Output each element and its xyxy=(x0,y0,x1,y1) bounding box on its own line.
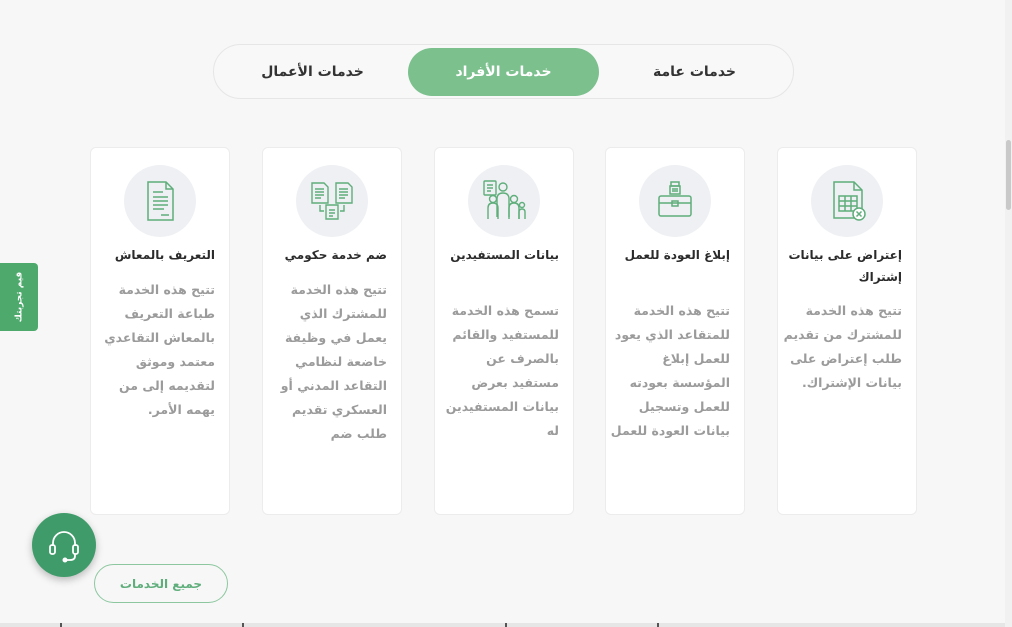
all-services-button[interactable]: جميع الخدمات xyxy=(94,564,228,603)
card-description: تتيح هذه الخدمة للمتقاعد الذي يعود للعمل… xyxy=(610,303,730,438)
card-description: تتيح هذه الخدمة للمشترك الذي يعمل في وظي… xyxy=(280,282,387,441)
rate-experience-label: قيم تجربتك xyxy=(14,271,24,323)
card-title: ضم خدمة حكومي xyxy=(284,248,387,262)
briefcase-icon xyxy=(639,165,711,237)
spreadsheet-objection-icon xyxy=(811,165,883,237)
rate-experience-tab[interactable]: قيم تجربتك xyxy=(0,263,38,331)
tab-individual-services[interactable]: خدمات الأفراد xyxy=(408,47,599,96)
card-description: تتيح هذه الخدمة طباعة التعريف بالمعاش ال… xyxy=(104,282,215,417)
tab-general-services[interactable]: خدمات عامة xyxy=(599,48,790,96)
service-card-pension-definition[interactable]: التعريف بالمعاش تتيح هذه الخدمة طباعة ال… xyxy=(90,147,230,515)
service-card-government-service-merge[interactable]: ضم خدمة حكومي تتيح هذه الخدمة للمشترك ال… xyxy=(262,147,402,515)
card-title: إعتراض على بيانات إشتراك xyxy=(788,248,902,284)
document-merge-icon xyxy=(296,165,368,237)
headset-icon xyxy=(49,531,79,563)
support-button[interactable] xyxy=(32,513,96,577)
card-description: تتيح هذه الخدمة للمشترك من تقديم طلب إعت… xyxy=(783,303,902,390)
card-title: التعريف بالمعاش xyxy=(114,248,215,262)
page: خدمات عامة خدمات الأفراد خدمات الأعمال إ… xyxy=(0,0,1012,627)
document-icon xyxy=(124,165,196,237)
scrollbar[interactable] xyxy=(1005,0,1012,627)
scrollbar-thumb[interactable] xyxy=(1006,140,1011,210)
service-card-subscription-objection[interactable]: إعتراض على بيانات إشتراك تتيح هذه الخدمة… xyxy=(777,147,917,515)
card-title: بيانات المستفيدين xyxy=(450,248,559,262)
bottom-divider xyxy=(0,623,1005,627)
family-group-icon xyxy=(468,165,540,237)
card-title: إبلاغ العودة للعمل xyxy=(624,248,730,262)
service-card-return-to-work[interactable]: إبلاغ العودة للعمل تتيح هذه الخدمة للمتق… xyxy=(605,147,745,515)
service-card-beneficiaries-data[interactable]: بيانات المستفيدين تسمح هذه الخدمة للمستف… xyxy=(434,147,574,515)
tab-business-services[interactable]: خدمات الأعمال xyxy=(217,48,408,96)
service-tabs: خدمات عامة خدمات الأفراد خدمات الأعمال xyxy=(213,44,794,99)
card-description: تسمح هذه الخدمة للمستفيد والقائم بالصرف … xyxy=(445,303,559,438)
